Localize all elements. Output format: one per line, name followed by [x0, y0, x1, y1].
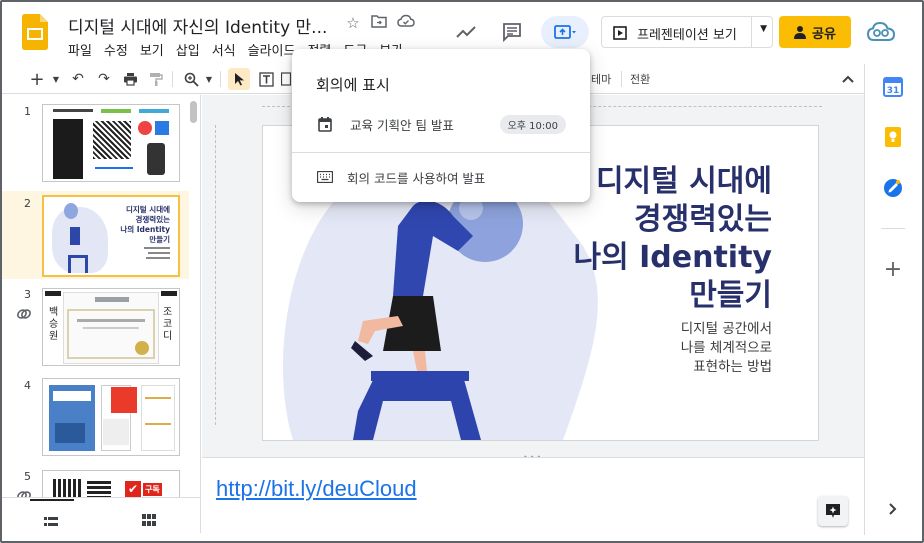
explore-icon [826, 504, 840, 518]
filmstrip-scrollbar[interactable] [190, 101, 197, 123]
zoom-icon[interactable] [180, 68, 202, 90]
notes-link[interactable]: http://bit.ly/deuCloud [216, 476, 417, 502]
present-to-meeting-button[interactable] [541, 16, 589, 48]
slide-title-line4: 만들기 [689, 278, 772, 313]
thumb5-badge: 구독 [143, 482, 162, 496]
calendar-icon[interactable]: 31 [882, 76, 904, 98]
text-box-icon[interactable] [255, 68, 277, 90]
meeting-time-badge: 오후 10:00 [499, 115, 566, 134]
slide-thumbnail-4[interactable] [42, 378, 180, 456]
slide-thumbnail-3[interactable]: 백승원 조코디 [42, 288, 180, 366]
slide-number: 5 [24, 470, 31, 483]
move-folder-icon[interactable] [370, 14, 388, 32]
print-icon[interactable] [120, 68, 140, 90]
slide-subtitle-line2: 나를 체계적으로 [680, 340, 772, 356]
thumb2-line1: 디지털 시대에 [125, 205, 170, 214]
slide-thumbnail-2[interactable]: 디지털 시대에 경쟁력있는 나의 Identity 만들기 [42, 195, 180, 277]
thumb3-left-text: 백승원 [49, 307, 59, 342]
explore-button[interactable] [818, 496, 848, 526]
collapse-toolbar-icon[interactable] [838, 68, 858, 90]
speaker-notes[interactable]: http://bit.ly/deuCloud [202, 457, 864, 533]
slide-thumbnail-5[interactable]: ✔ 구독 [42, 470, 180, 497]
cloud-status-icon[interactable] [397, 14, 415, 32]
slideshow-dropdown-icon[interactable]: ▼ [760, 24, 767, 34]
meeting-code-label: 회의 코드를 사용하여 발표 [347, 170, 486, 186]
meeting-item-label: 교육 기획안 팀 발표 [350, 117, 454, 133]
comments-icon[interactable] [498, 16, 526, 48]
calendar-icon [316, 115, 334, 133]
image-tool-icon[interactable] [281, 68, 291, 90]
thumb2-line4: 만들기 [149, 235, 170, 244]
thumb2-line3: 나의 Identity [120, 225, 170, 234]
share-label: 공유 [812, 26, 836, 42]
link-icon [16, 307, 32, 325]
menu-edit[interactable]: 수정 [104, 40, 134, 59]
meeting-item[interactable]: 교육 기획안 팀 발표 오후 10:00 [292, 106, 590, 142]
slide-number: 1 [24, 105, 31, 118]
slideshow-button[interactable]: 프레젠테이션 보기 ▼ [601, 16, 773, 48]
slide-subtitle-line3: 표현하는 방법 [693, 359, 772, 375]
redo-icon[interactable]: ↷ [94, 68, 114, 90]
expand-panel-icon[interactable] [882, 498, 904, 520]
paint-format-icon[interactable] [146, 68, 166, 90]
new-slide-dropdown-icon[interactable]: ▼ [50, 68, 62, 90]
share-button[interactable]: 공유 [779, 16, 851, 48]
slide-number: 4 [24, 379, 31, 392]
slides-logo-icon[interactable] [22, 14, 48, 50]
slideshow-label: 프레젠테이션 보기 [637, 28, 737, 43]
grid-view-icon[interactable] [142, 511, 156, 530]
vertical-ruler [206, 125, 216, 425]
keyboard-icon [316, 168, 334, 186]
filmstrip-footer [2, 497, 201, 533]
meeting-code-item[interactable]: 회의 코드를 사용하여 발표 [292, 159, 590, 195]
add-addon-icon[interactable]: + [882, 257, 904, 282]
menu-file[interactable]: 파일 [68, 40, 98, 59]
document-title[interactable]: 디지털 시대에 자신의 Identity 만... [68, 13, 327, 38]
menu-format[interactable]: 서식 [212, 40, 242, 59]
slide-number: 2 [24, 197, 31, 210]
menu-insert[interactable]: 삽입 [176, 40, 206, 59]
theme-button[interactable]: 테마 [591, 71, 611, 87]
activity-dashboard-icon[interactable] [452, 16, 480, 48]
zoom-dropdown-icon[interactable]: ▼ [203, 68, 215, 90]
keep-icon[interactable] [882, 126, 904, 148]
app-window: 디지털 시대에 자신의 Identity 만... ☆ 파일 수정 보기 삽입 … [0, 0, 924, 543]
slide-subtitle-line1: 디지털 공간에서 [680, 321, 772, 337]
present-to-meeting-menu: 회의에 표시 교육 기획안 팀 발표 오후 10:00 회의 코드를 사용하여 … [292, 49, 590, 202]
side-panel: 31 + [864, 64, 922, 535]
slide-thumbnail-1[interactable] [42, 104, 180, 182]
slideshow-icon [613, 26, 627, 40]
transition-button[interactable]: 전환 [630, 71, 650, 87]
star-icon[interactable]: ☆ [344, 14, 362, 32]
tasks-icon[interactable] [882, 177, 904, 199]
person-icon [794, 26, 807, 39]
menu-title: 회의에 표시 [316, 76, 390, 94]
new-slide-icon[interactable]: + [28, 68, 46, 90]
thumb3-right-text: 조코디 [163, 307, 173, 342]
menu-view[interactable]: 보기 [140, 40, 170, 59]
svg-text:31: 31 [887, 86, 900, 96]
thumb2-line2: 경쟁력있는 [135, 215, 171, 224]
slide-filmstrip: 1 2 디지털 시대에 경쟁력있는 나의 Identity 만들기 3 백승원 … [2, 95, 201, 501]
filmstrip-view-icon[interactable] [44, 512, 58, 531]
check-badge-icon: ✔ [125, 481, 141, 497]
undo-icon[interactable]: ↶ [68, 68, 88, 90]
account-avatar[interactable] [863, 16, 899, 48]
select-tool-icon[interactable] [228, 68, 250, 90]
slide-number: 3 [24, 288, 31, 301]
